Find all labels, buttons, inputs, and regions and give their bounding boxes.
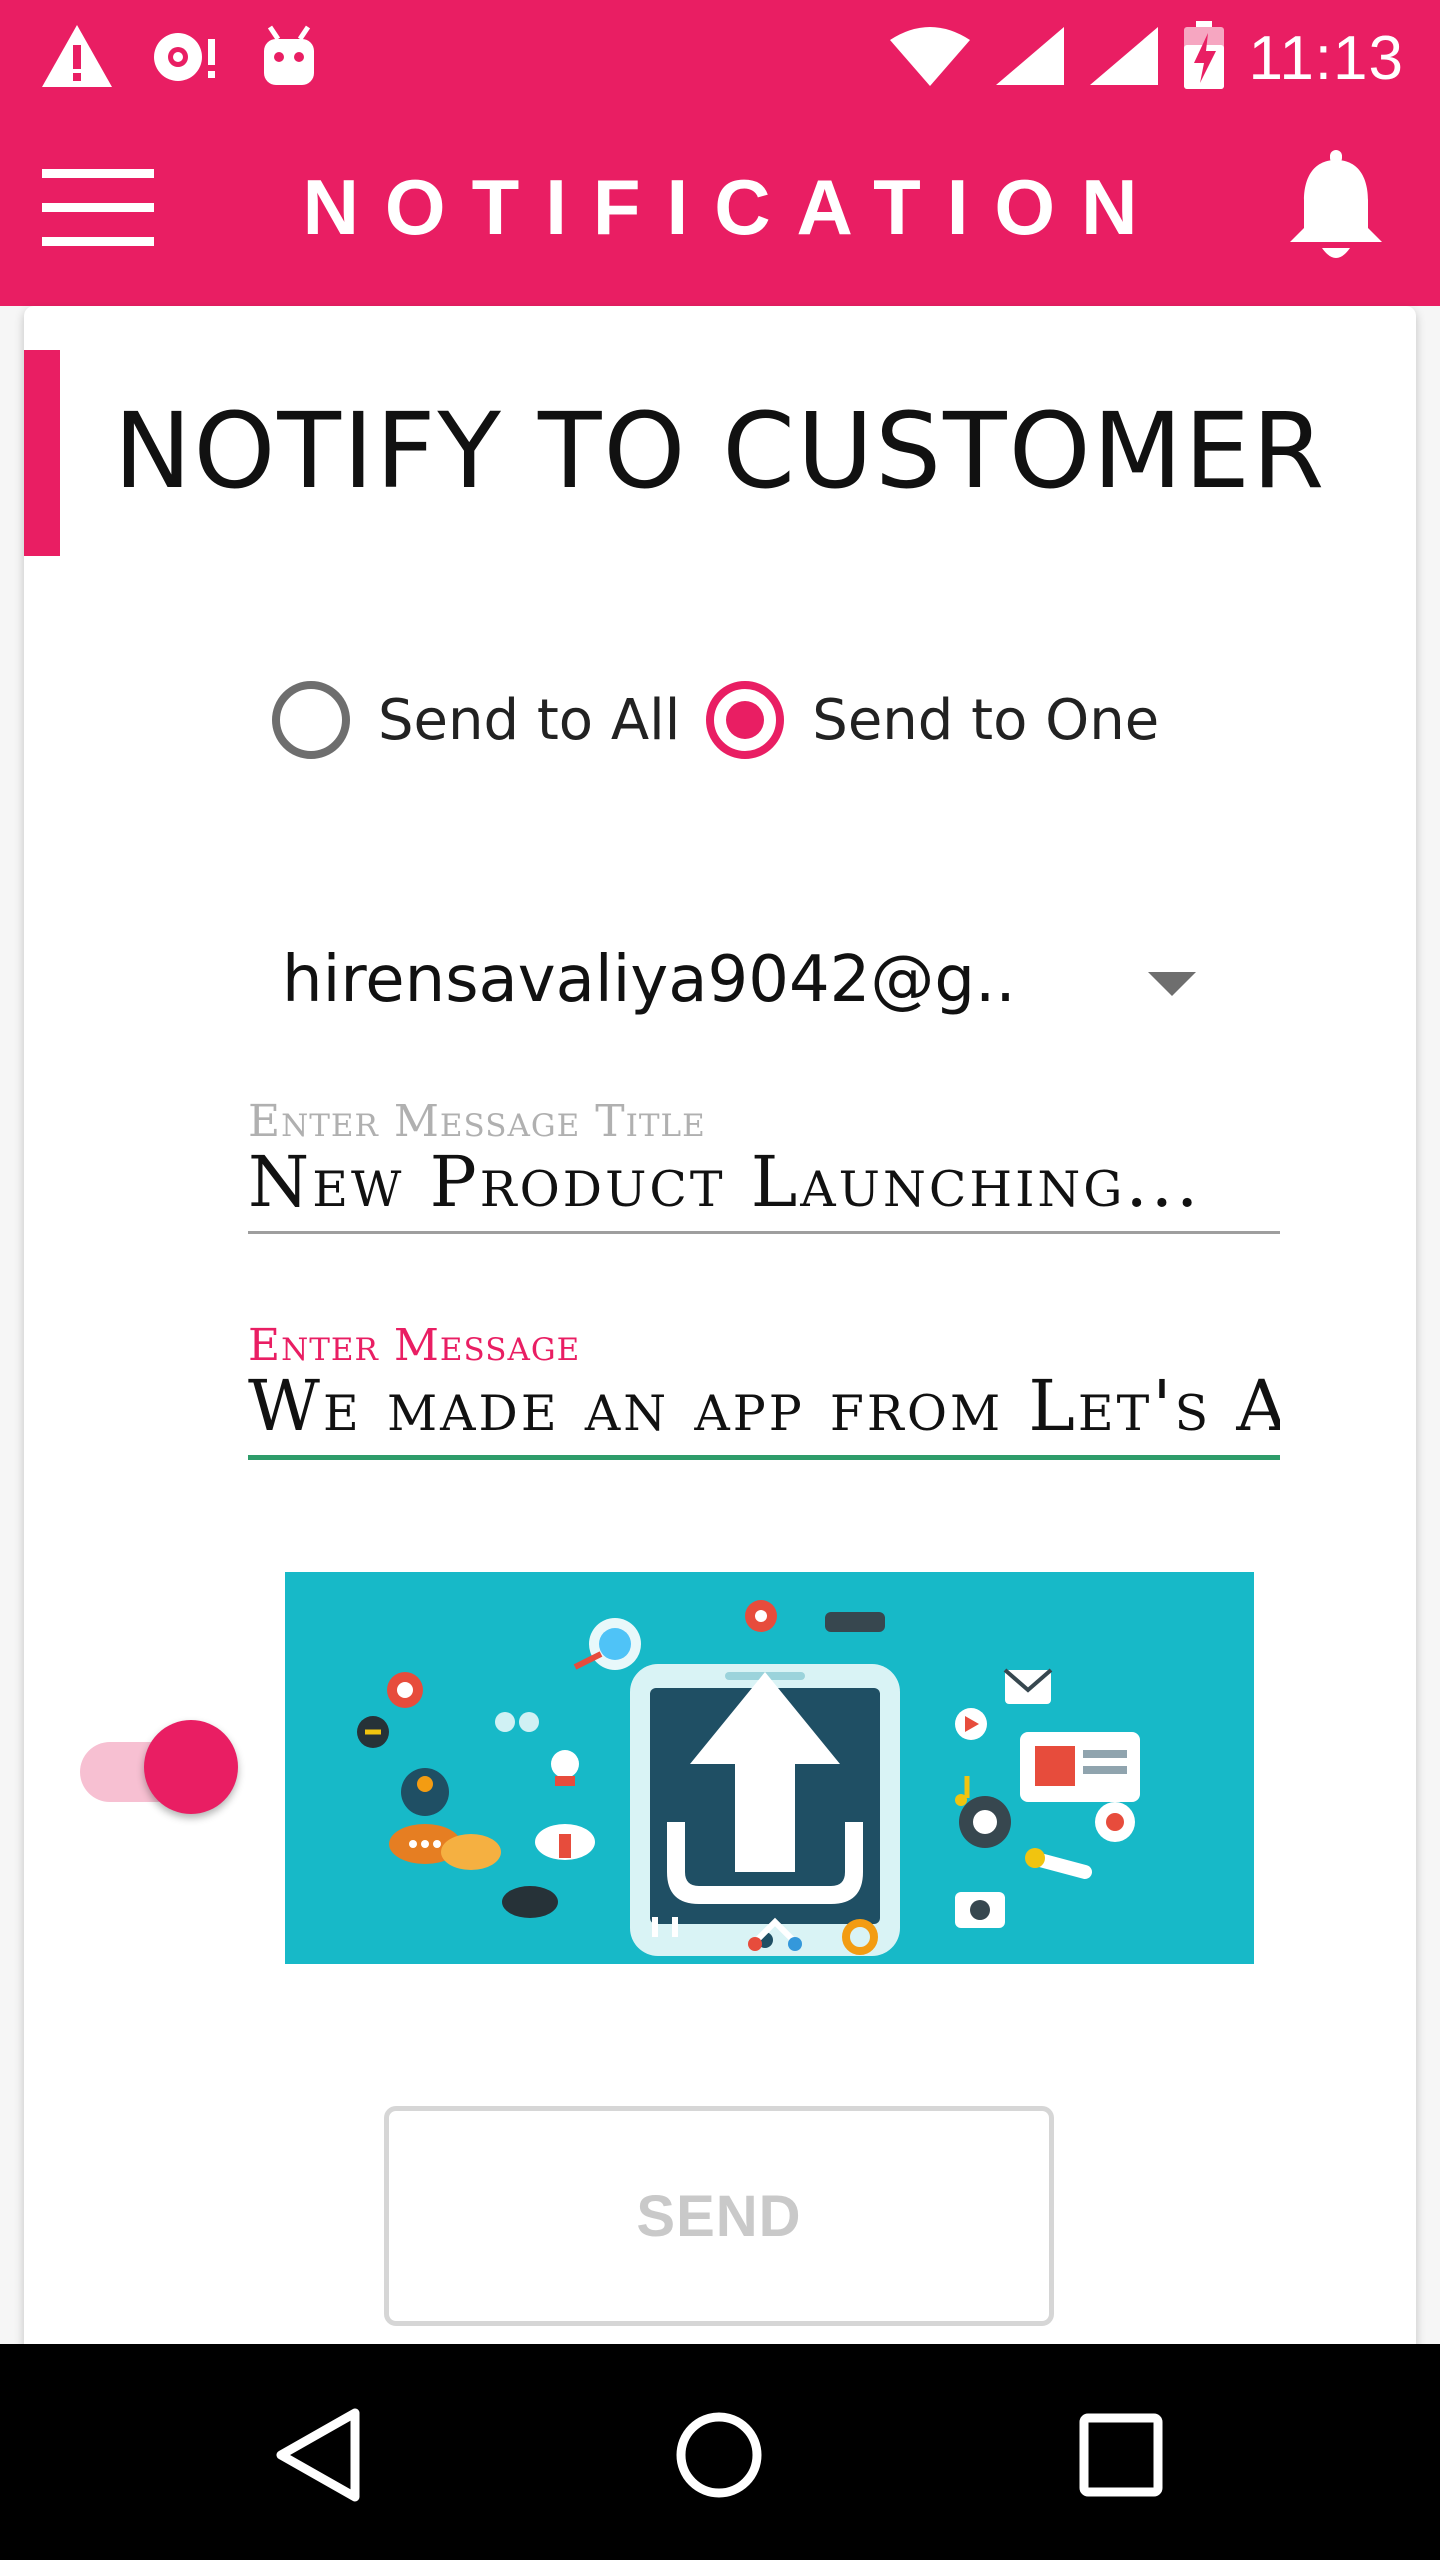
radio-send-to-all[interactable]: Send to All — [272, 681, 680, 759]
app-illustration — [285, 1572, 1254, 1964]
navigation-bar — [0, 2344, 1440, 2560]
back-button[interactable] — [264, 2402, 374, 2512]
radio-checked-icon[interactable] — [706, 681, 785, 759]
radio-label: Send to One — [812, 687, 1160, 753]
radio-label: Send to All — [378, 687, 681, 753]
page-title: NOTIFICATION — [302, 163, 1164, 251]
signal-icon — [994, 25, 1066, 91]
wifi-icon — [888, 26, 972, 90]
app-bar: NOTIFICATION — [0, 112, 1440, 306]
image-toggle-switch[interactable] — [80, 1720, 238, 1816]
recipient-value: hirensavaliya9042@g.. — [282, 943, 1016, 1017]
message-title-field[interactable]: Enter Message Title New Product Launchin… — [248, 1096, 1280, 1234]
recents-button[interactable] — [1066, 2402, 1176, 2512]
radio-unchecked-icon[interactable] — [272, 681, 350, 759]
send-button[interactable]: SEND — [384, 2106, 1054, 2326]
notification-bell-button[interactable] — [1276, 146, 1396, 270]
bell-icon — [1284, 150, 1388, 266]
message-title-input[interactable]: New Product Launching... — [248, 1141, 1280, 1223]
message-label: Enter Message — [248, 1320, 581, 1371]
message-input[interactable]: We made an app from Let's A — [248, 1365, 1280, 1447]
recipient-dropdown[interactable]: hirensavaliya9042@g.. — [282, 930, 1212, 1030]
recents-icon — [1078, 2412, 1164, 2502]
notification-image[interactable] — [285, 1572, 1254, 1964]
message-title-label: Enter Message Title — [248, 1096, 706, 1147]
toggle-thumb[interactable] — [144, 1720, 238, 1814]
message-field[interactable]: Enter Message We made an app from Let's … — [248, 1320, 1280, 1460]
screen: 11:13 NOTIFICATION NOTIFY TO CUSTOMER Se… — [0, 0, 1440, 2560]
battery-icon — [1182, 21, 1226, 95]
field-underline — [248, 1455, 1280, 1460]
card-heading: NOTIFY TO CUSTOMER — [113, 390, 1327, 512]
status-bar: 11:13 — [0, 0, 1440, 112]
signal-icon — [1088, 25, 1160, 91]
sync-icon — [148, 23, 224, 93]
dropdown-arrow-icon[interactable] — [1148, 972, 1196, 996]
status-time: 11:13 — [1248, 23, 1404, 93]
status-system-icons: 11:13 — [888, 18, 1404, 98]
send-mode-radio-group: Send to All Send to One — [272, 672, 1159, 768]
home-icon — [671, 2407, 767, 2507]
home-button[interactable] — [664, 2402, 774, 2512]
android-icon — [258, 23, 320, 93]
warning-icon — [40, 23, 114, 93]
back-icon — [271, 2405, 367, 2509]
field-underline — [248, 1231, 1280, 1234]
radio-send-to-one[interactable]: Send to One — [706, 681, 1159, 759]
status-notification-icons — [40, 18, 320, 98]
